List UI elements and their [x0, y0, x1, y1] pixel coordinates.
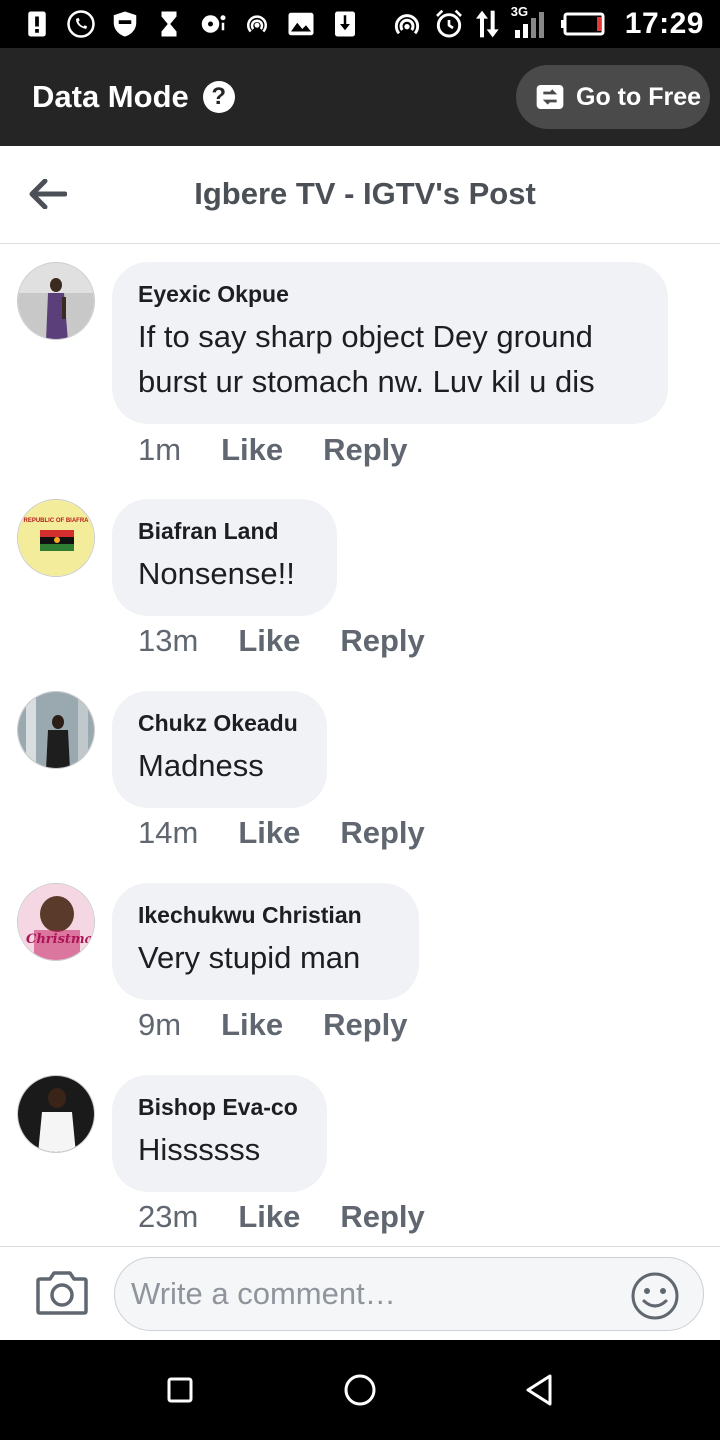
page-title: Igbere TV - IGTV's Post [194, 176, 536, 211]
avatar[interactable] [17, 691, 95, 769]
system-nav-bar [0, 1340, 720, 1440]
comment-time: 9m [138, 1007, 182, 1042]
reply-button[interactable]: Reply [340, 623, 424, 659]
comment-author[interactable]: Chukz Okeadu [138, 709, 301, 737]
comment-text: Hissssss [138, 1132, 261, 1167]
comment-author[interactable]: Bishop Eva-co [138, 1093, 301, 1121]
reply-button[interactable]: Reply [340, 1199, 424, 1235]
comment-time: 14m [138, 815, 199, 850]
status-clock: 17:29 [624, 7, 704, 40]
status-notification-icons [22, 9, 391, 39]
avatar[interactable] [17, 262, 95, 340]
circle-icon [344, 1374, 376, 1406]
avatar-caption: Christmas [26, 932, 95, 947]
avatar[interactable]: REPUBLIC OF BIAFRA [17, 499, 95, 577]
comment-text: If to say sharp object Dey ground burst … [138, 319, 595, 399]
comment-bubble[interactable]: Eyexic Okpue If to say sharp object Dey … [112, 262, 668, 424]
comment-bubble[interactable]: Bishop Eva-co Hissssss [112, 1075, 327, 1192]
image-icon [288, 12, 314, 36]
comment-author[interactable]: Eyexic Okpue [138, 280, 642, 308]
comment-author[interactable]: Ikechukwu Christian [138, 901, 393, 929]
like-button[interactable]: Like [238, 815, 300, 851]
help-icon[interactable]: ? [202, 81, 235, 113]
comment-text: Very stupid man [138, 940, 361, 975]
signal-icon: 3G [511, 4, 551, 40]
comment-time: 23m [138, 1199, 199, 1234]
comment-actions: 14m Like Reply [138, 815, 425, 851]
comment-text: Madness [138, 748, 264, 783]
comment-bubble[interactable]: Chukz Okeadu Madness [112, 691, 327, 808]
shield-icon [113, 11, 137, 37]
status-system-icons: 3G 17:29 [391, 4, 704, 41]
triangle-back-icon [526, 1374, 552, 1406]
comment-composer [0, 1246, 720, 1340]
recents-button[interactable] [160, 1370, 200, 1410]
reply-button[interactable]: Reply [323, 432, 407, 468]
go-to-free-button[interactable]: Go to Free [516, 65, 710, 129]
comment-time: 13m [138, 623, 199, 658]
go-to-free-label: Go to Free [576, 82, 702, 111]
hotspot-icon [247, 15, 267, 33]
camera-icon [36, 1271, 88, 1315]
comment-actions: 23m Like Reply [138, 1199, 425, 1235]
avatar[interactable] [17, 1075, 95, 1153]
comment-actions: 9m Like Reply [138, 1007, 408, 1043]
comment-actions: 1m Like Reply [138, 432, 408, 468]
status-bar: 3G 17:29 [0, 0, 720, 48]
comment-list[interactable]: Eyexic Okpue If to say sharp object Dey … [0, 244, 720, 1246]
emoji-button[interactable] [630, 1271, 680, 1321]
comment-time: 1m [138, 432, 182, 467]
camera-button[interactable] [36, 1269, 88, 1315]
like-button[interactable]: Like [221, 432, 283, 468]
like-button[interactable]: Like [221, 1007, 283, 1043]
comment-author[interactable]: Biafran Land [138, 517, 311, 545]
like-button[interactable]: Like [238, 623, 300, 659]
square-icon [167, 1377, 193, 1403]
switch-mode-icon [536, 85, 564, 109]
avatar-caption: REPUBLIC OF BIAFRA [23, 518, 89, 524]
data-mode-bar: Data Mode ? Go to Free [0, 48, 720, 146]
data-mode-title: Data Mode [32, 79, 189, 114]
comment-input[interactable] [114, 1257, 704, 1331]
comment-actions: 13m Like Reply [138, 623, 425, 659]
home-button[interactable] [340, 1370, 380, 1410]
alert-icon [28, 11, 46, 37]
reply-button[interactable]: Reply [323, 1007, 407, 1043]
smiley-icon [631, 1272, 679, 1320]
comment-text: Nonsense!! [138, 556, 295, 591]
back-nav-button[interactable] [520, 1370, 560, 1410]
comment-bubble[interactable]: Ikechukwu Christian Very stupid man [112, 883, 419, 1000]
wifi-tether-icon [394, 14, 419, 35]
alarm-icon [435, 9, 462, 38]
data-arrows-icon [475, 10, 499, 38]
whatsapp-icon [67, 10, 95, 38]
avatar[interactable]: Christmas [17, 883, 95, 961]
comment-bubble[interactable]: Biafran Land Nonsense!! [112, 499, 337, 616]
notification-icon [201, 15, 226, 33]
post-header: Igbere TV - IGTV's Post [0, 146, 720, 244]
reply-button[interactable]: Reply [340, 815, 424, 851]
like-button[interactable]: Like [238, 1199, 300, 1235]
download-icon [335, 11, 355, 37]
hourglass-icon [161, 11, 177, 37]
battery-icon [560, 12, 605, 36]
